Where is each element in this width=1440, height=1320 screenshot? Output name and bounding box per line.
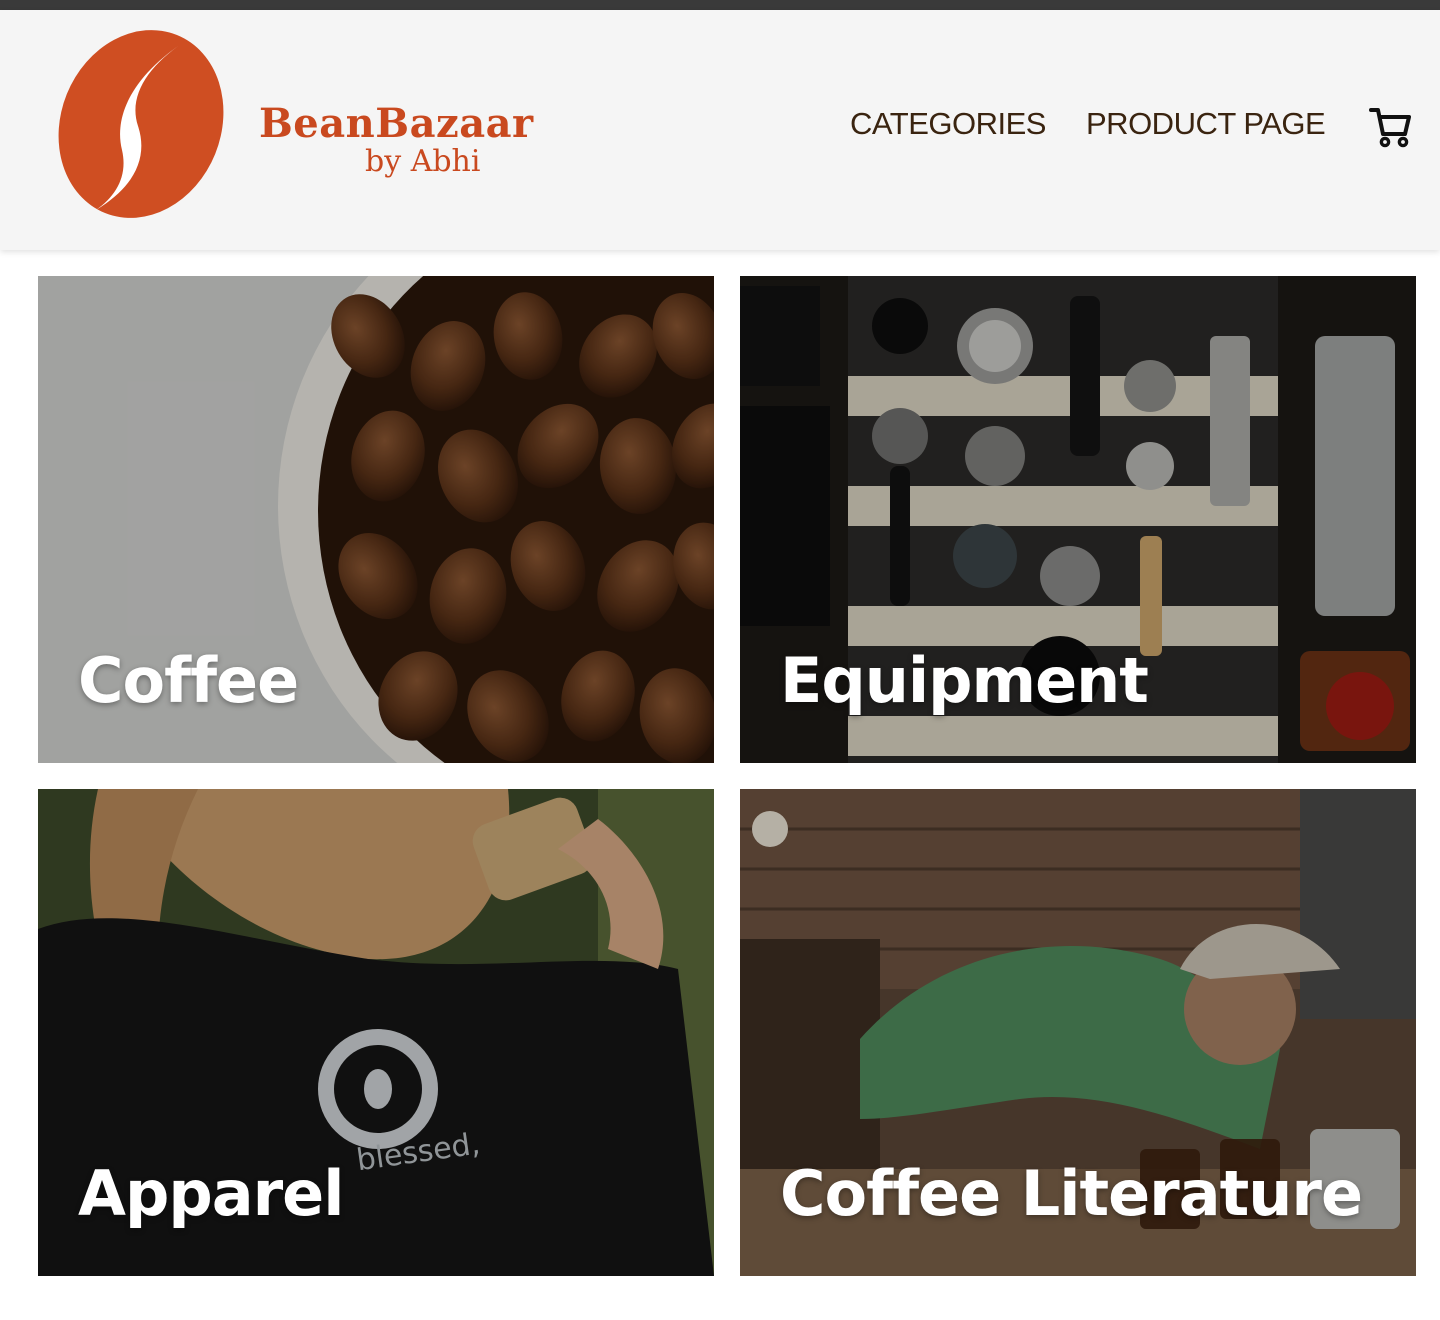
coffee-bean-logo-icon xyxy=(58,30,224,218)
brand-name: BeanBazaar xyxy=(259,100,534,147)
site-header: BeanBazaar by Abhi CATEGORIES PRODUCT PA… xyxy=(0,10,1440,250)
shopping-cart-icon[interactable] xyxy=(1368,104,1414,150)
category-label: Coffee Literature xyxy=(780,1157,1363,1230)
category-tile-apparel[interactable]: blessed, Apparel xyxy=(38,789,714,1276)
category-label: Equipment xyxy=(780,644,1149,717)
nav-categories-link[interactable]: CATEGORIES xyxy=(850,106,1046,142)
category-tile-coffee-literature[interactable]: Coffee Literature xyxy=(740,789,1416,1276)
brand-logo-link[interactable]: BeanBazaar by Abhi xyxy=(56,26,533,222)
category-label: Coffee xyxy=(78,644,299,717)
category-label: Apparel xyxy=(78,1157,344,1230)
category-tile-equipment[interactable]: Equipment xyxy=(740,276,1416,763)
top-strip xyxy=(0,0,1440,10)
nav-product-page-link[interactable]: PRODUCT PAGE xyxy=(1086,106,1326,142)
category-tile-coffee[interactable]: Coffee xyxy=(38,276,714,763)
brand-subtitle: by Abhi xyxy=(365,144,481,179)
